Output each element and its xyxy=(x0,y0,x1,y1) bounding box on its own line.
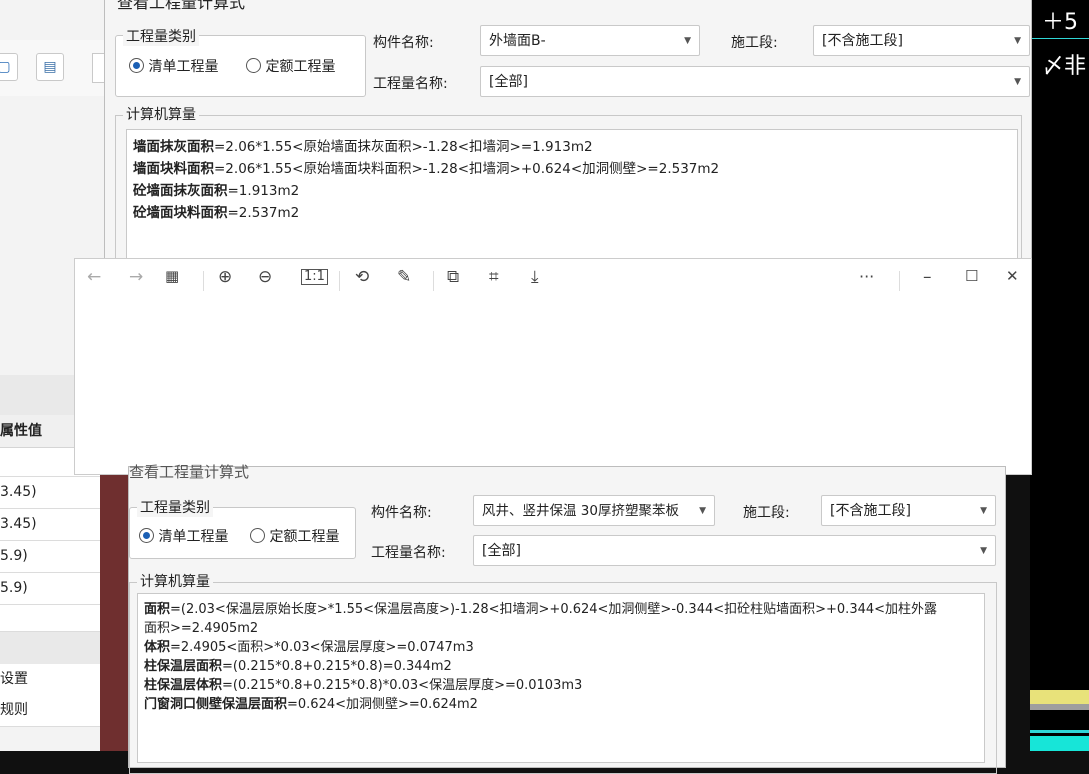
property-row[interactable]: 5.9) xyxy=(0,573,104,605)
quantity-name-label: 工程量名称: xyxy=(371,545,446,561)
back-arrow-icon[interactable]: ← xyxy=(87,267,101,287)
radio-checked-icon xyxy=(129,58,144,73)
separator xyxy=(203,271,204,291)
radio-checked-icon xyxy=(139,528,154,543)
property-row-blank[interactable] xyxy=(0,605,104,632)
quantity-name-label: 工程量名称: xyxy=(373,76,448,92)
formula-line: 墙面块料面积=2.06*1.55<原始墙面块料面积>-1.28<扣墙洞>+0.6… xyxy=(133,161,720,177)
component-label: 构件名称: xyxy=(373,35,434,51)
blue-square-icon[interactable]: ▢ xyxy=(0,53,18,81)
formula-line: 面积>=2.4905m2 xyxy=(144,621,259,636)
radio-unchecked-icon xyxy=(246,58,261,73)
zoom-in-icon[interactable]: ⊕ xyxy=(218,267,232,287)
formula-line: 柱保温层体积=(0.215*0.8+0.215*0.8)*0.03<保温层厚度>… xyxy=(144,678,583,693)
property-row[interactable]: 3.45) xyxy=(0,509,104,541)
ocr-scan-icon[interactable]: ⌗ xyxy=(489,267,499,287)
chevron-down-icon: ▼ xyxy=(980,546,987,556)
property-row-setting[interactable]: 设置 xyxy=(0,664,104,696)
formula-line: 体积=2.4905<面积>*0.03<保温层厚度>=0.0747m3 xyxy=(144,640,474,655)
maximize-button[interactable]: ☐ xyxy=(979,0,992,3)
actual-size-icon[interactable]: 1:1 xyxy=(301,269,328,285)
property-row-rule[interactable]: 规则 xyxy=(0,695,104,727)
calc-group-title: 计算机算量 xyxy=(137,571,213,591)
copy-icon[interactable]: ⧉ xyxy=(447,267,459,287)
quantity-name-select[interactable]: [全部] ▼ xyxy=(473,535,996,566)
property-row[interactable]: 5.9) xyxy=(0,541,104,573)
chevron-down-icon: ▼ xyxy=(699,506,706,516)
cad-canvas[interactable]: ＋5 〆非 xyxy=(1030,0,1089,751)
radio-quota-quantity[interactable]: 定额工程量 xyxy=(250,526,339,546)
image-viewer-window: ← → ▦ ⊕ ⊖ 1:1 ⟲ ✎ ⧉ ⌗ ⤓ ··· – ☐ ✕ xyxy=(74,258,1032,475)
radio-bill-quantity[interactable]: 清单工程量 xyxy=(129,56,218,76)
minimize-button[interactable]: – xyxy=(947,0,955,6)
dialog-title: 查看工程量计算式 xyxy=(129,463,250,481)
radio-bill-quantity[interactable]: 清单工程量 xyxy=(139,526,228,546)
group-title: 工程量类别 xyxy=(137,497,213,517)
formula-line: 面积=(2.03<保温层原始长度>*1.55<保温层高度>)-1.28<扣墙洞>… xyxy=(144,602,938,617)
chevron-down-icon: ▼ xyxy=(684,36,691,46)
cad-line-cyan xyxy=(1030,38,1089,39)
calc-formula-text[interactable]: 面积=(2.03<保温层原始长度>*1.55<保温层高度>)-1.28<扣墙洞>… xyxy=(137,593,985,763)
cad-text-mid: 〆非 xyxy=(1042,54,1087,79)
formula-line: 柱保温层面积=(0.215*0.8+0.215*0.8)=0.344m2 xyxy=(144,659,452,674)
close-button[interactable]: ✕ xyxy=(1006,267,1019,285)
separator xyxy=(339,271,340,291)
stage-select[interactable]: [不含施工段] ▼ xyxy=(813,25,1030,56)
zoom-out-icon[interactable]: ⊖ xyxy=(258,267,272,287)
formula-line: 砼墙面抹灰面积=1.913m2 xyxy=(133,183,300,199)
stage-label: 施工段: xyxy=(743,505,790,521)
group-title: 工程量类别 xyxy=(123,26,199,46)
radio-unchecked-icon xyxy=(250,528,265,543)
calc-formula-text[interactable]: 墙面抹灰面积=2.06*1.55<原始墙面抹灰面积>-1.28<扣墙洞>=1.9… xyxy=(126,129,1018,269)
background-window-strip xyxy=(100,475,128,751)
edit-icon[interactable]: ✎ xyxy=(397,267,411,287)
chevron-down-icon: ▼ xyxy=(980,506,987,516)
chevron-down-icon: ▼ xyxy=(1014,77,1021,87)
cad-yellow-band xyxy=(1030,690,1089,704)
component-select[interactable]: 风井、竖井保温 30厚挤塑聚苯板 ▼ xyxy=(473,495,715,526)
separator xyxy=(899,271,900,291)
quantity-name-select[interactable]: [全部] ▼ xyxy=(480,66,1030,97)
dialog-title: 查看工程量计算式 xyxy=(117,0,246,12)
cad-text-top: ＋5 xyxy=(1042,10,1078,35)
property-row[interactable]: 3.45) xyxy=(0,477,104,509)
more-options-icon[interactable]: ··· xyxy=(859,267,874,286)
rotate-icon[interactable]: ⟲ xyxy=(355,267,369,287)
calc-formula-dialog-top: 查看工程量计算式 – ☐ ✕ 工程量类别 清单工程量 定额工程量 构件名称: 外… xyxy=(104,0,1032,270)
property-group-header xyxy=(0,632,104,664)
cad-cyan-band xyxy=(1030,730,1089,733)
formula-line: 门窗洞口侧壁保温层面积=0.624<加洞侧壁>=0.624m2 xyxy=(144,697,478,712)
component-select[interactable]: 外墙面B- ▼ xyxy=(480,25,700,56)
radio-quota-quantity[interactable]: 定额工程量 xyxy=(246,56,335,76)
cad-gray-band xyxy=(1030,704,1089,710)
stage-label: 施工段: xyxy=(731,35,778,51)
calc-formula-dialog-bottom: 查看工程量计算式 工程量类别 清单工程量 定额工程量 构件名称: 风井、竖井保温… xyxy=(128,463,1006,774)
left-toolbar: ▢ ▤ xyxy=(0,40,107,96)
minimize-button[interactable]: – xyxy=(923,267,932,287)
close-button[interactable]: ✕ xyxy=(1011,0,1024,5)
maximize-button[interactable]: ☐ xyxy=(965,267,978,285)
chevron-down-icon: ▼ xyxy=(1014,36,1021,46)
component-label: 构件名称: xyxy=(371,505,432,521)
forward-arrow-icon[interactable]: → xyxy=(129,267,143,287)
formula-line: 墙面抹灰面积=2.06*1.55<原始墙面抹灰面积>-1.28<扣墙洞>=1.9… xyxy=(133,139,593,155)
grid-view-icon[interactable]: ▦ xyxy=(165,267,179,285)
stage-select[interactable]: [不含施工段] ▼ xyxy=(821,495,996,526)
cad-cyan-fill xyxy=(1030,736,1089,751)
download-icon[interactable]: ⤓ xyxy=(531,267,539,287)
formula-line: 砼墙面块料面积=2.537m2 xyxy=(133,205,300,221)
separator xyxy=(433,271,434,291)
calc-group-title: 计算机算量 xyxy=(123,104,199,124)
save-icon[interactable]: ▤ xyxy=(36,53,64,81)
